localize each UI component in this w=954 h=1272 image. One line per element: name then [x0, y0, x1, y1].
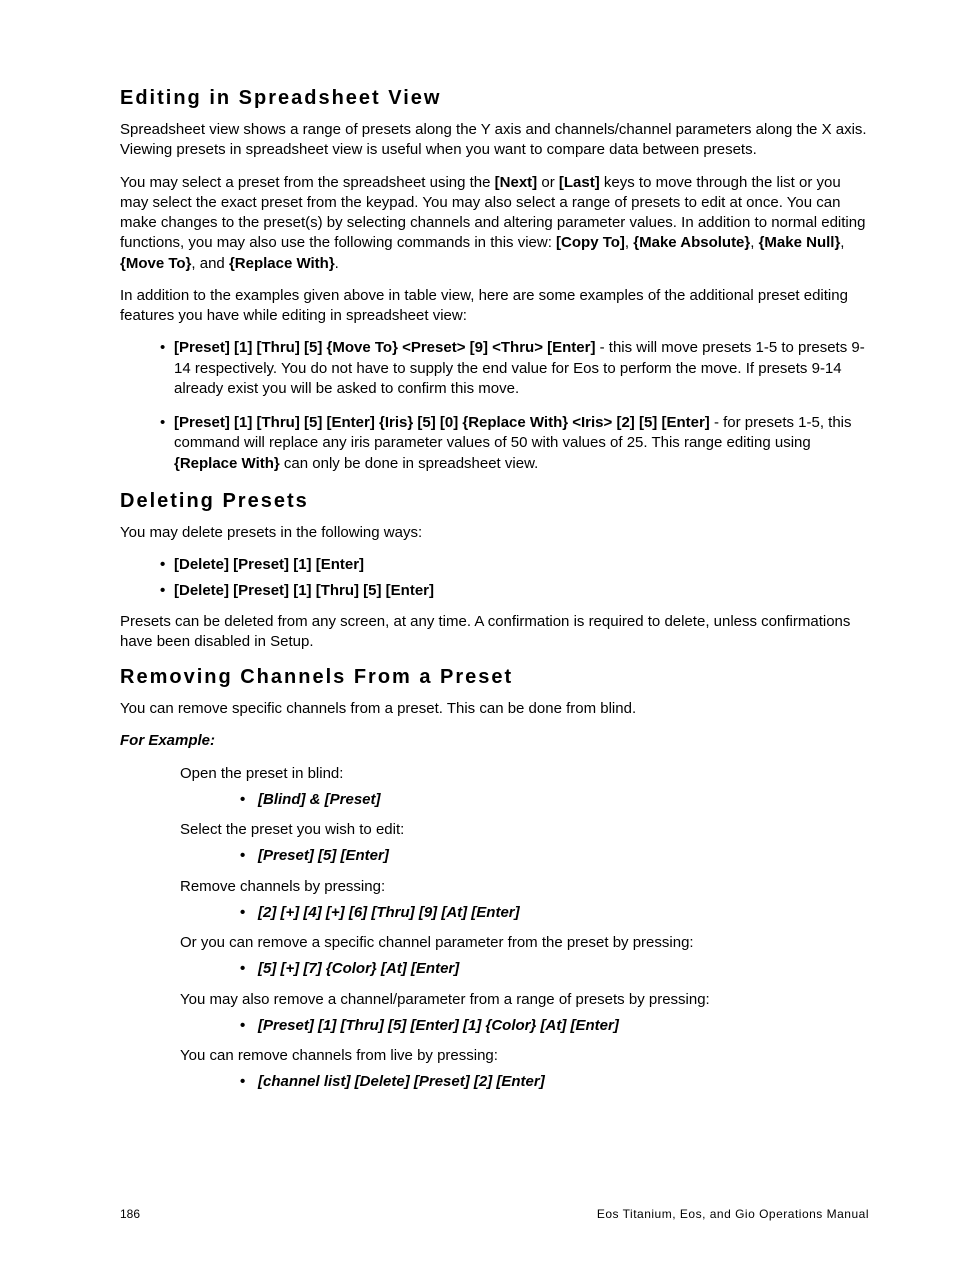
heading-removing-channels: Removing Channels From a Preset	[120, 664, 869, 691]
command-list: [5] [+] [7] {Color} [At] [Enter]	[180, 959, 869, 979]
example-list: [Preset] [1] [Thru] [5] {Move To} <Prese…	[120, 338, 869, 474]
text: or	[537, 174, 559, 191]
for-example-label: For Example:	[120, 731, 869, 751]
example-step: Remove channels by pressing:	[180, 877, 869, 897]
page-number: 186	[120, 1206, 140, 1222]
text: You may select a preset from the spreads…	[120, 174, 495, 191]
command-list: [Preset] [1] [Thru] [5] [Enter] [1] {Col…	[180, 1016, 869, 1036]
command-sequence: [Preset] [1] [Thru] [5] [Enter] {Iris} […	[174, 414, 710, 431]
example-block: Open the preset in blind: [Blind] & [Pre…	[120, 764, 869, 1093]
command: {Move To}	[120, 255, 191, 272]
text: , and	[191, 255, 229, 272]
paragraph: In addition to the examples given above …	[120, 286, 869, 327]
command-list: [Blind] & [Preset]	[180, 790, 869, 810]
heading-deleting-presets: Deleting Presets	[120, 488, 869, 515]
text: ,	[625, 234, 633, 251]
key-next: [Next]	[495, 174, 538, 191]
text: ,	[750, 234, 758, 251]
paragraph: You may select a preset from the spreads…	[120, 173, 869, 274]
command: [Copy To]	[556, 234, 625, 251]
paragraph: You can remove specific channels from a …	[120, 699, 869, 719]
command-sequence: [Blind] & [Preset]	[240, 790, 869, 810]
list-item: [Delete] [Preset] [1] [Enter]	[160, 555, 869, 575]
command: {Make Absolute}	[633, 234, 750, 251]
manual-title: Eos Titanium, Eos, and Gio Operations Ma…	[597, 1206, 869, 1222]
text: .	[335, 255, 339, 272]
command-sequence: [Preset] [5] [Enter]	[240, 846, 869, 866]
command-list: [2] [+] [4] [+] [6] [Thru] [9] [At] [Ent…	[180, 903, 869, 923]
command-list: [Delete] [Preset] [1] [Enter] [Delete] […	[120, 555, 869, 602]
paragraph: Spreadsheet view shows a range of preset…	[120, 120, 869, 161]
list-item: [Preset] [1] [Thru] [5] [Enter] {Iris} […	[160, 413, 869, 474]
command-sequence: [2] [+] [4] [+] [6] [Thru] [9] [At] [Ent…	[240, 903, 869, 923]
heading-editing-spreadsheet: Editing in Spreadsheet View	[120, 85, 869, 112]
command-sequence: [5] [+] [7] {Color} [At] [Enter]	[240, 959, 869, 979]
key-last: [Last]	[559, 174, 600, 191]
command: {Replace With}	[229, 255, 335, 272]
command-list: [Preset] [5] [Enter]	[180, 846, 869, 866]
example-step: Select the preset you wish to edit:	[180, 820, 869, 840]
command: {Make Null}	[759, 234, 841, 251]
example-step: You can remove channels from live by pre…	[180, 1046, 869, 1066]
paragraph: Presets can be deleted from any screen, …	[120, 612, 869, 653]
example-step: You may also remove a channel/parameter …	[180, 990, 869, 1010]
command-sequence: [channel list] [Delete] [Preset] [2] [En…	[240, 1072, 869, 1092]
document-page: Editing in Spreadsheet View Spreadsheet …	[0, 0, 954, 1272]
example-step: Open the preset in blind:	[180, 764, 869, 784]
command-sequence: [Preset] [1] [Thru] [5] {Move To} <Prese…	[174, 339, 595, 356]
command-list: [channel list] [Delete] [Preset] [2] [En…	[180, 1072, 869, 1092]
command: {Replace With}	[174, 455, 280, 472]
text: can only be done in spreadsheet view.	[280, 455, 539, 472]
page-footer: 186 Eos Titanium, Eos, and Gio Operation…	[120, 1206, 869, 1222]
command-sequence: [Preset] [1] [Thru] [5] [Enter] [1] {Col…	[240, 1016, 869, 1036]
list-item: [Delete] [Preset] [1] [Thru] [5] [Enter]	[160, 581, 869, 601]
paragraph: You may delete presets in the following …	[120, 523, 869, 543]
text: ,	[840, 234, 844, 251]
example-step: Or you can remove a specific channel par…	[180, 933, 869, 953]
list-item: [Preset] [1] [Thru] [5] {Move To} <Prese…	[160, 338, 869, 399]
